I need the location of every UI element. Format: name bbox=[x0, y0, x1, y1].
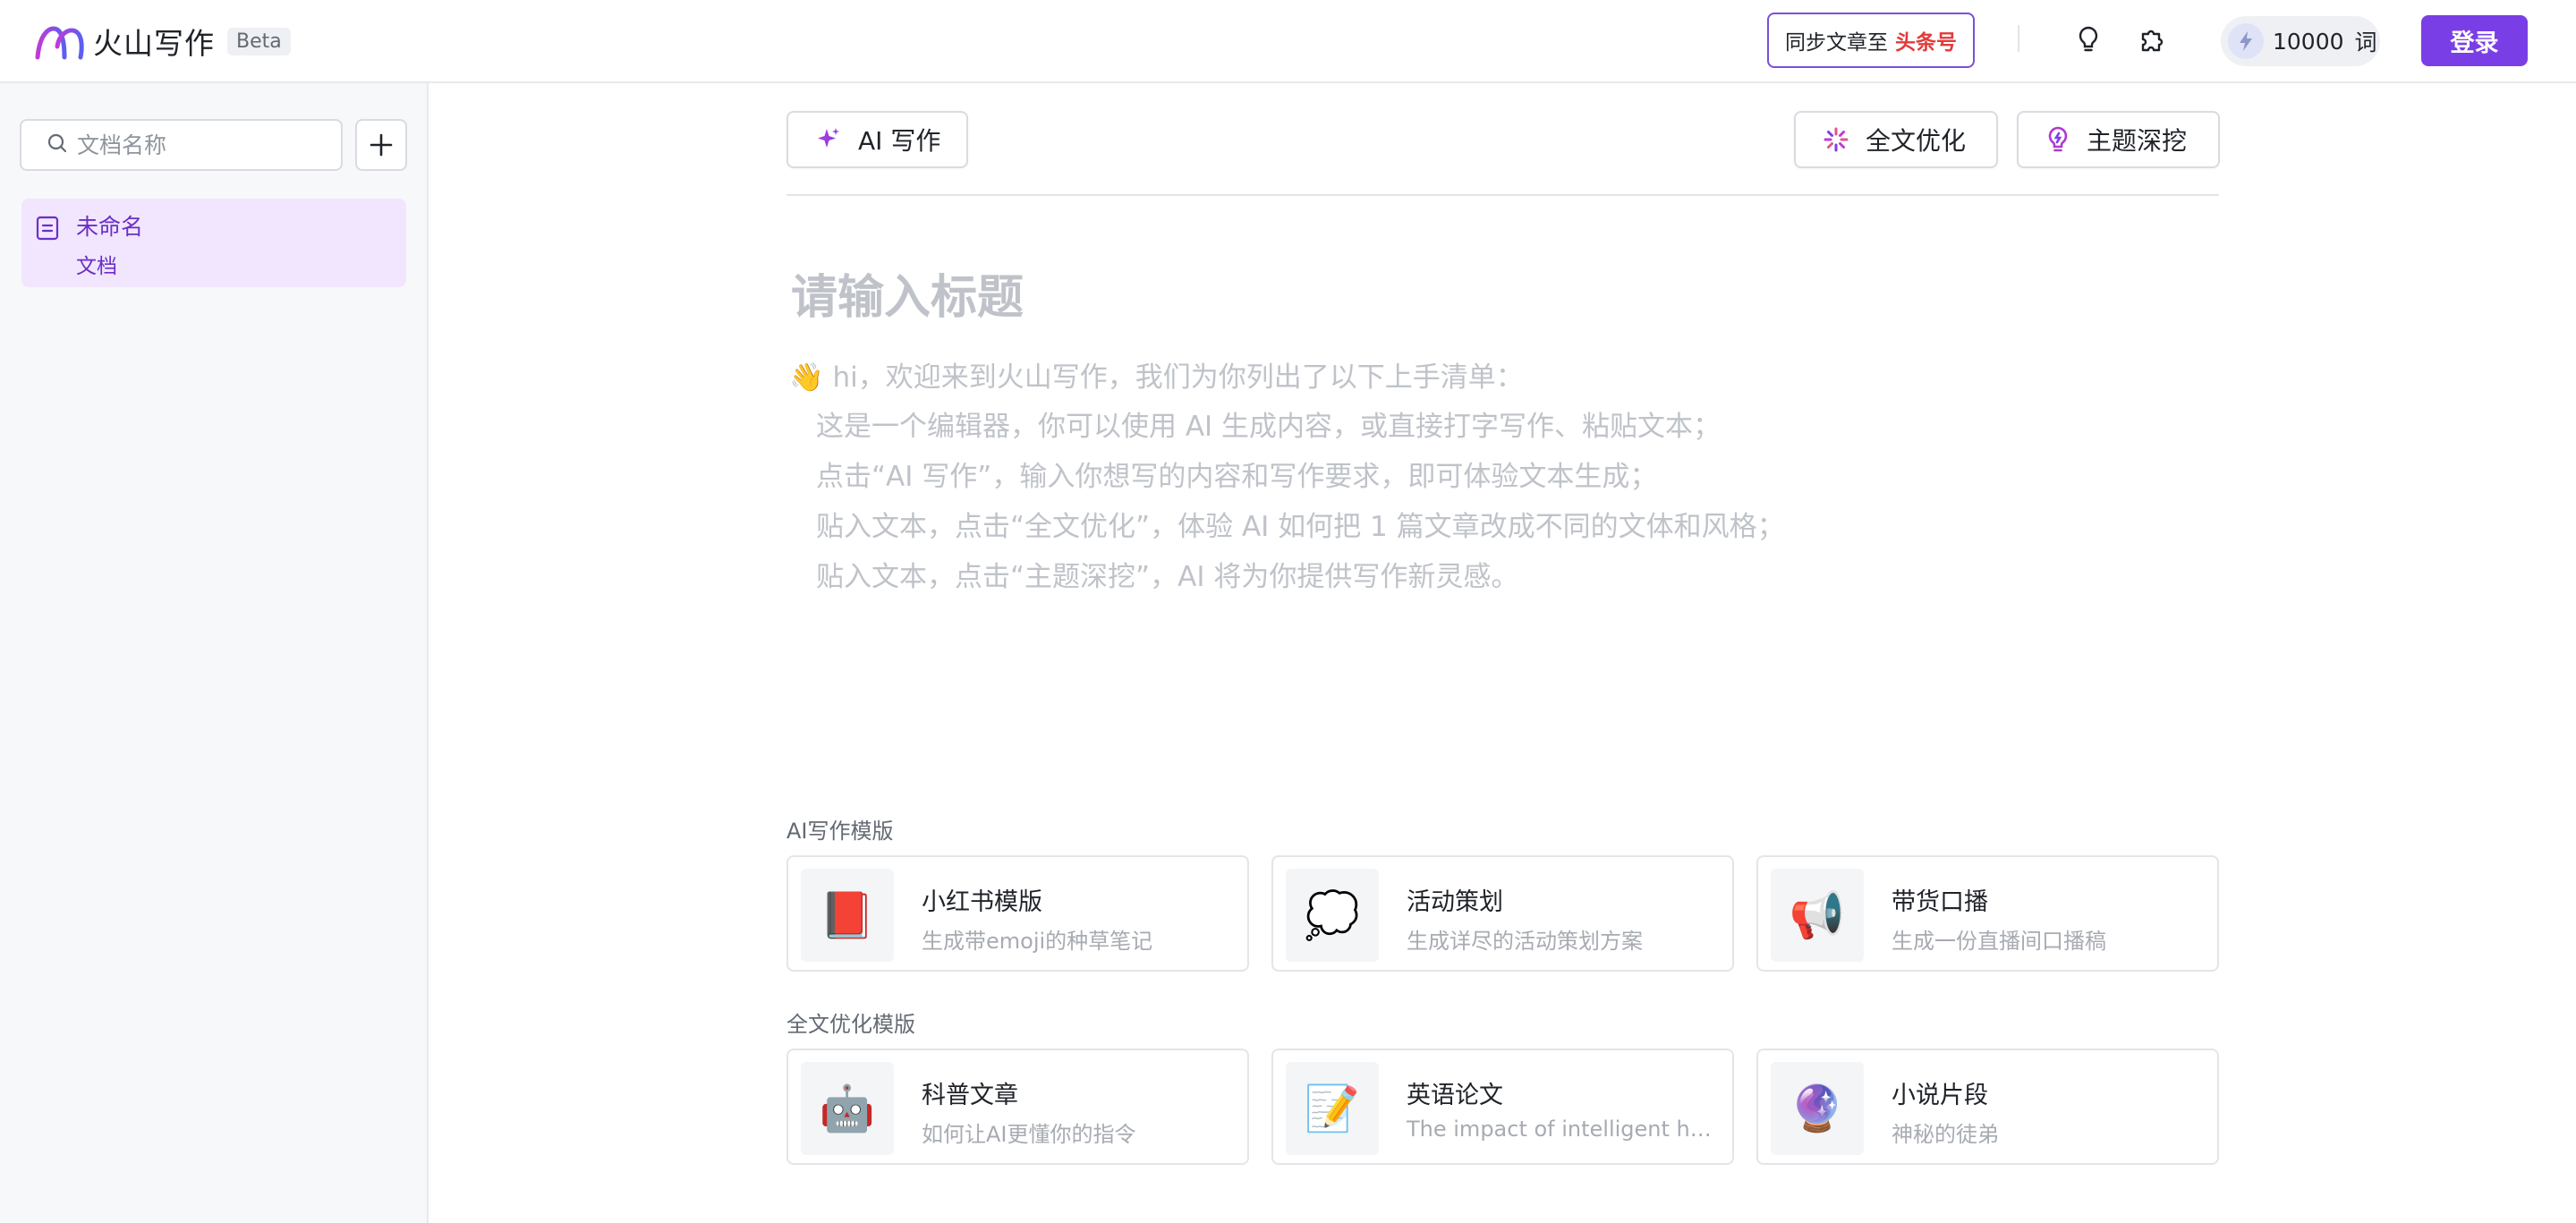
add-document-button[interactable] bbox=[355, 119, 407, 171]
ai-write-label: AI 写作 bbox=[858, 126, 941, 156]
login-button[interactable]: 登录 bbox=[2421, 15, 2528, 66]
template-card-live-sales[interactable]: 📢 带货口播 生成一份直播间口播稿 bbox=[1756, 855, 2219, 972]
ai-template-section-title: AI写作模版 bbox=[786, 819, 894, 844]
toolbar-divider bbox=[786, 194, 2219, 196]
top-bar: 火山写作 Beta 同步文章至 头条号 10000 词 登录 bbox=[0, 0, 2576, 83]
toutiao-brand: 头条号 bbox=[1895, 31, 1957, 55]
plus-icon bbox=[370, 133, 393, 157]
template-desc: 生成一份直播间口播稿 bbox=[1892, 929, 2106, 954]
beta-badge: Beta bbox=[227, 27, 291, 55]
template-title: 小说片段 bbox=[1892, 1082, 1988, 1109]
template-desc: 生成详尽的活动策划方案 bbox=[1407, 929, 1643, 954]
credits-unit: 词 bbox=[2354, 30, 2377, 55]
document-item-selected[interactable]: 未命名 文档 bbox=[21, 199, 406, 287]
bolt-icon bbox=[2228, 23, 2264, 59]
template-card-event-planning[interactable]: 💭 活动策划 生成详尽的活动策划方案 bbox=[1271, 855, 1734, 972]
template-desc: The impact of intelligent household appl… bbox=[1407, 1117, 1715, 1142]
credits-badge[interactable]: 10000 词 bbox=[2221, 16, 2380, 66]
ai-write-button[interactable]: AI 写作 bbox=[786, 111, 968, 168]
search-input[interactable] bbox=[77, 132, 327, 158]
robot-icon: 🤖 bbox=[801, 1062, 894, 1155]
template-title: 科普文章 bbox=[922, 1082, 1018, 1109]
sync-article-button[interactable]: 同步文章至 头条号 bbox=[1767, 13, 1975, 68]
credits-value: 10000 bbox=[2273, 28, 2344, 55]
lightbulb-icon[interactable] bbox=[2072, 23, 2104, 55]
sync-label: 同步文章至 bbox=[1785, 31, 1888, 55]
guide-line: 贴入文本，点击“主题深挖”，AI 将为你提供写作新灵感。 bbox=[816, 561, 1519, 593]
header-divider bbox=[2018, 25, 2019, 52]
guide-line: 这是一个编辑器，你可以使用 AI 生成内容，或直接打字写作、粘贴文本； bbox=[816, 411, 1722, 443]
template-desc: 生成带emoji的种草笔记 bbox=[922, 929, 1153, 954]
magic-burst-icon bbox=[1823, 126, 1849, 153]
template-title: 活动策划 bbox=[1407, 888, 1503, 916]
document-subtitle: 文档 bbox=[76, 255, 117, 278]
logo[interactable]: 火山写作 Beta bbox=[34, 20, 291, 63]
topic-deep-dive-button[interactable]: 主题深挖 bbox=[2017, 111, 2220, 168]
sparkle-icon bbox=[815, 126, 842, 153]
guide-line: 贴入文本，点击“全文优化”，体验 AI 如何把 1 篇文章改成不同的文体和风格； bbox=[816, 511, 1785, 543]
template-card-novel-excerpt[interactable]: 🔮 小说片段 神秘的徒弟 bbox=[1756, 1049, 2219, 1165]
document-icon bbox=[36, 215, 59, 245]
template-desc: 神秘的徒弟 bbox=[1892, 1122, 1999, 1147]
template-title: 带货口播 bbox=[1892, 888, 1988, 916]
guide-line: 点击“AI 写作”，输入你想写的内容和写作要求，即可体验文本生成； bbox=[816, 461, 1658, 493]
puzzle-icon[interactable] bbox=[2136, 23, 2168, 55]
idea-bulb-icon bbox=[2045, 125, 2070, 154]
topic-deep-dive-label: 主题深挖 bbox=[2087, 126, 2188, 156]
template-card-xiaohongshu[interactable]: 📕 小红书模版 生成带emoji的种草笔记 bbox=[786, 855, 1249, 972]
optimize-template-section-title: 全文优化模版 bbox=[786, 1012, 915, 1037]
thought-bubble-icon: 💭 bbox=[1286, 869, 1379, 962]
logo-text: 火山写作 bbox=[93, 26, 215, 61]
document-title: 未命名 bbox=[76, 214, 144, 240]
guide-line: 👋 hi，欢迎来到火山写作，我们为你列出了以下上手清单： bbox=[789, 361, 1524, 394]
memo-icon: 📝 bbox=[1286, 1062, 1379, 1155]
template-card-english-paper[interactable]: 📝 英语论文 The impact of intelligent househo… bbox=[1271, 1049, 1734, 1165]
megaphone-icon: 📢 bbox=[1771, 869, 1864, 962]
full-text-optimize-label: 全文优化 bbox=[1866, 126, 1967, 156]
search-icon bbox=[47, 132, 68, 157]
template-desc: 如何让AI更懂你的指令 bbox=[922, 1122, 1136, 1147]
red-book-icon: 📕 bbox=[801, 869, 894, 962]
template-title: 小红书模版 bbox=[922, 888, 1042, 916]
logo-icon bbox=[35, 26, 84, 60]
crystal-ball-icon: 🔮 bbox=[1771, 1062, 1864, 1155]
template-title: 英语论文 bbox=[1407, 1082, 1503, 1109]
template-card-science-article[interactable]: 🤖 科普文章 如何让AI更懂你的指令 bbox=[786, 1049, 1249, 1165]
full-text-optimize-button[interactable]: 全文优化 bbox=[1794, 111, 1998, 168]
sidebar: 未命名 文档 bbox=[0, 83, 429, 1223]
title-input[interactable]: 请输入标题 bbox=[791, 259, 1024, 327]
search-box[interactable] bbox=[20, 119, 343, 171]
